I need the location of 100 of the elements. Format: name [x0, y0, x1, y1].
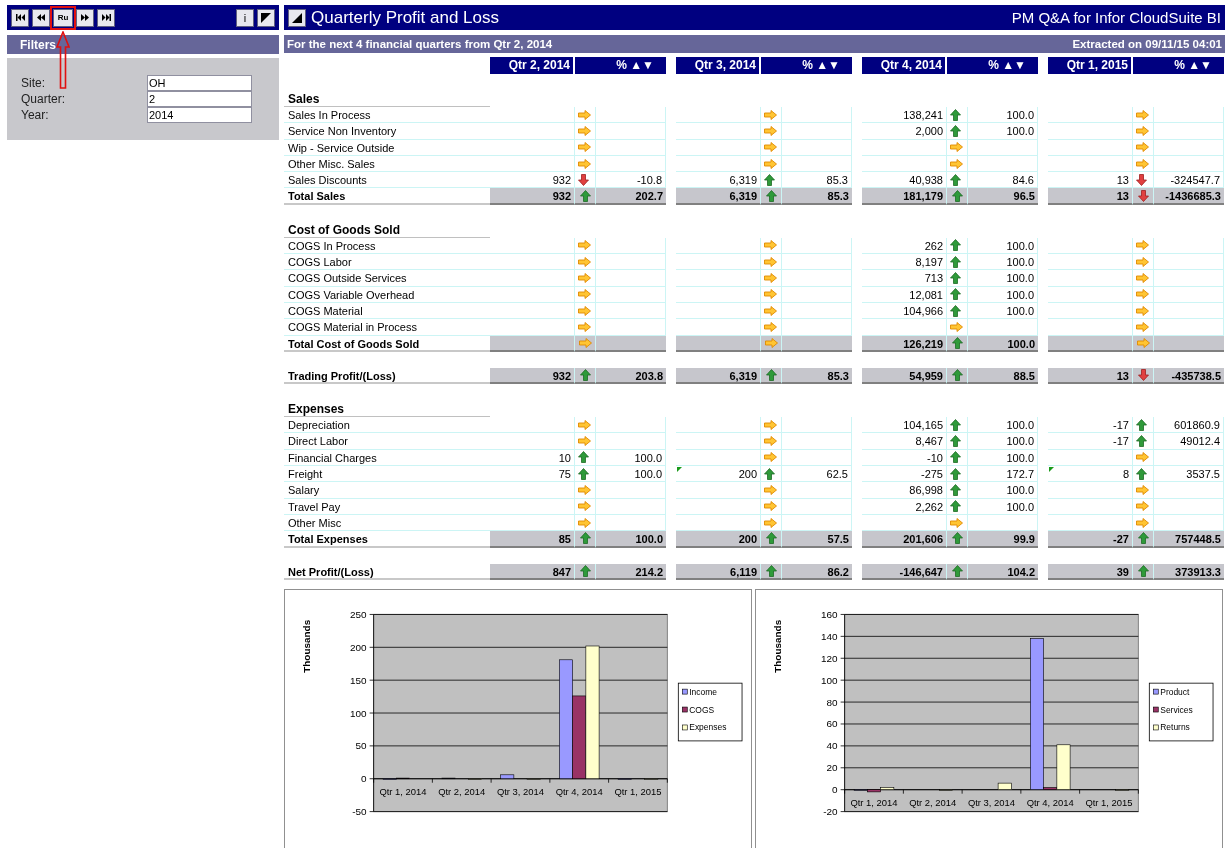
column-header[interactable]: % ▲▼	[947, 57, 1038, 74]
skip-back-icon	[15, 14, 25, 21]
section-title: Sales	[284, 90, 490, 107]
table-cell: 100.0	[968, 123, 1038, 140]
category-label: Qtr 1, 2014	[379, 785, 427, 797]
tick-label: 140	[821, 630, 838, 642]
filter-field[interactable]: 2	[147, 91, 252, 107]
table-cell: 62.5	[782, 466, 852, 483]
table-cell: 847	[490, 563, 574, 580]
legend-label: COGS	[689, 704, 715, 715]
row-label: Depreciation	[284, 417, 490, 434]
table-cell: 86,998	[862, 482, 946, 499]
table-cell: 99.9	[968, 531, 1038, 548]
table-cell: -27	[1048, 531, 1132, 548]
category-label: Qtr 2, 2014	[909, 796, 957, 808]
filter-field[interactable]: 2014	[147, 107, 252, 123]
collapse-button[interactable]	[288, 8, 306, 27]
legend-label: Product	[1160, 686, 1190, 697]
table-cell: 2,000	[862, 123, 946, 140]
tick-label: 200	[350, 641, 367, 653]
row-label: Wip - Service Outside	[284, 139, 490, 156]
column-header[interactable]: Qtr 4, 2014	[862, 57, 945, 74]
table-cell: 373913.3	[1154, 563, 1224, 580]
table-cell: 104,966	[862, 302, 946, 320]
tick-label: -50	[352, 805, 367, 817]
column-header[interactable]: Qtr 2, 2014	[490, 57, 573, 74]
table-cell: 757448.5	[1154, 531, 1224, 548]
first-button[interactable]	[11, 8, 29, 27]
table-cell: 49012.4	[1154, 433, 1224, 450]
triangle-icon	[292, 12, 302, 23]
tick-label: -20	[823, 805, 838, 817]
table-cell: 100.0	[596, 466, 666, 483]
table-cell: 932	[490, 188, 574, 205]
table-cell: 3537.5	[1154, 466, 1224, 483]
filters-header: Filters	[7, 35, 279, 54]
table-cell: 100.0	[968, 270, 1038, 287]
legend-label: Services	[1160, 704, 1193, 715]
table-cell: 100.0	[596, 449, 666, 467]
column-header[interactable]: % ▲▼	[1133, 57, 1224, 74]
table-cell: 6,319	[676, 188, 760, 205]
table-cell: 201,606	[862, 531, 946, 548]
row-label: COGS Labor	[284, 254, 490, 271]
table-cell: 85.3	[782, 367, 852, 385]
table-cell: 12,081	[862, 286, 946, 303]
filter-label: Year:	[21, 108, 50, 122]
table-cell: 100.0	[968, 482, 1038, 499]
legend-label: Income	[689, 686, 717, 697]
run-button[interactable]: Ru	[53, 8, 73, 27]
row-label: COGS Material in Process	[284, 319, 490, 336]
table-cell: 6,119	[676, 563, 760, 580]
skip-forward-icon	[101, 14, 111, 21]
column-header[interactable]: Qtr 3, 2014	[676, 57, 759, 74]
corner-button[interactable]	[257, 8, 275, 27]
tick-label: 60	[826, 718, 838, 730]
row-label: Trading Profit/(Loss)	[284, 367, 490, 385]
row-label: Other Misc	[284, 514, 490, 532]
row-label: Sales In Process	[284, 107, 490, 124]
category-label: Qtr 3, 2014	[967, 796, 1016, 808]
table-cell: 85	[490, 531, 574, 548]
y-axis-title: Thousands	[771, 619, 783, 673]
next-button[interactable]	[76, 8, 94, 27]
table-cell: 172.7	[968, 466, 1038, 483]
last-button[interactable]	[97, 8, 115, 27]
y-axis-title: Thousands	[300, 619, 312, 673]
tick-label: 40	[826, 740, 838, 752]
tick-label: 250	[350, 608, 367, 620]
category-label: Qtr 4, 2014	[1026, 796, 1074, 808]
row-label: Direct Labor	[284, 433, 490, 450]
row-label: COGS In Process	[284, 237, 490, 255]
table-cell: 932	[490, 367, 574, 385]
prev-button[interactable]	[32, 8, 50, 27]
table-cell: 138,241	[862, 107, 946, 124]
row-label: Financial Charges	[284, 449, 490, 467]
table-cell: 601860.9	[1154, 417, 1224, 434]
table-cell: 13	[1048, 367, 1132, 385]
row-label: Total Expenses	[284, 531, 490, 548]
column-header[interactable]: % ▲▼	[575, 57, 666, 74]
table-cell: 202.7	[596, 188, 666, 205]
column-header[interactable]: % ▲▼	[761, 57, 852, 74]
table-cell: 713	[862, 270, 946, 287]
tick-label: 160	[821, 608, 838, 620]
table-cell: 8,197	[862, 254, 946, 271]
table-cell: -275	[862, 466, 946, 483]
row-label: Salary	[284, 482, 490, 499]
table-cell: 86.2	[782, 563, 852, 580]
report-subtitle: For the next 4 financial quarters from Qtr 2, 2014	[287, 38, 553, 50]
info-button[interactable]: i	[236, 8, 254, 27]
table-cell: 6,319	[676, 367, 760, 385]
table-cell: 10	[490, 449, 574, 467]
legend-label: Expenses	[689, 722, 727, 733]
tick-label: 20	[826, 762, 838, 774]
row-label: Sales Discounts	[284, 172, 490, 189]
column-header[interactable]: Qtr 1, 2015	[1048, 57, 1131, 74]
table-cell: 200	[676, 466, 760, 483]
annotation-arrow	[56, 30, 70, 89]
table-cell: 96.5	[968, 188, 1038, 205]
filter-label: Site:	[21, 76, 46, 90]
rewind-icon	[37, 14, 45, 21]
filter-field[interactable]: OH	[147, 75, 252, 91]
row-label: COGS Outside Services	[284, 270, 490, 287]
